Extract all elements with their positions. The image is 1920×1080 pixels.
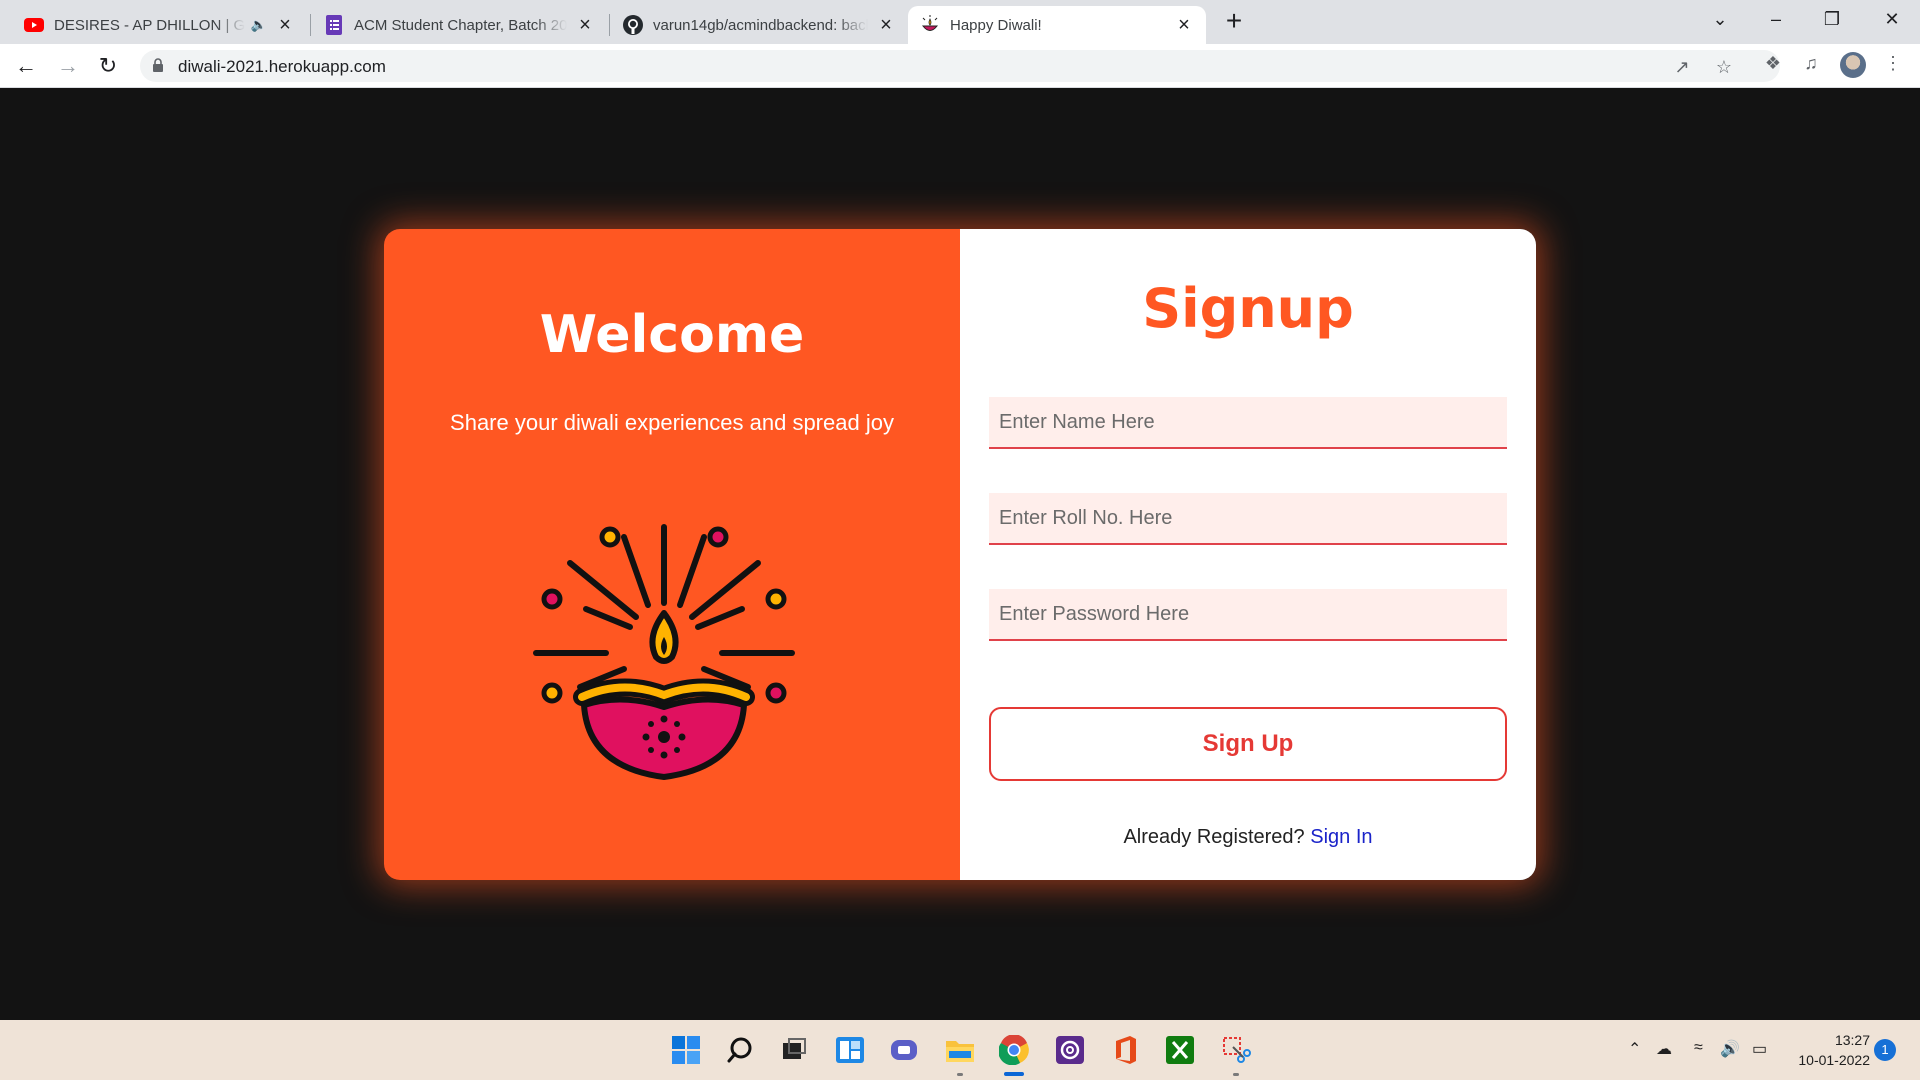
media-control-icon[interactable]: ♫ [1800, 52, 1822, 74]
teams-chat-icon[interactable] [888, 1034, 920, 1066]
address-bar[interactable]: diwali-2021.herokuapp.com ↗ ☆ [140, 50, 1780, 82]
tab-title: varun14gb/acmindbackend: backend [653, 16, 868, 34]
welcome-subtitle: Share your diwali experiences and spread… [450, 410, 894, 435]
signup-card: Welcome Share your diwali experiences an… [384, 229, 1536, 880]
search-icon[interactable] [724, 1034, 756, 1066]
notification-badge[interactable]: 1 [1874, 1039, 1896, 1061]
tab-github[interactable]: varun14gb/acmindbackend: backend × [611, 6, 908, 44]
disc-icon[interactable] [1054, 1034, 1086, 1066]
menu-icon[interactable]: ⋮ [1882, 52, 1904, 74]
new-tab-button[interactable]: + [1220, 7, 1248, 36]
close-tab-icon[interactable]: × [876, 15, 896, 35]
extensions-icon[interactable]: ❖ [1762, 52, 1784, 74]
forward-icon[interactable]: → [54, 52, 82, 80]
office-icon[interactable] [1110, 1034, 1142, 1066]
sign-up-button[interactable]: Sign Up [989, 707, 1507, 781]
welcome-panel: Welcome Share your diwali experiences an… [384, 229, 960, 880]
signup-heading: Signup [1142, 277, 1354, 340]
google-forms-icon [324, 15, 344, 35]
tab-title: DESIRES - AP DHILLON | GUI [54, 16, 245, 34]
widgets-icon[interactable] [834, 1034, 866, 1066]
running-indicator [957, 1073, 963, 1076]
close-tab-icon[interactable]: × [1174, 15, 1194, 35]
diya-illustration-icon [533, 524, 795, 780]
github-icon [623, 15, 643, 35]
welcome-heading: Welcome [539, 305, 805, 365]
tab-title: ACM Student Chapter, Batch 2022 [354, 16, 567, 34]
onedrive-icon[interactable]: ☁ [1656, 1039, 1672, 1059]
task-view-icon[interactable] [778, 1034, 810, 1066]
password-input[interactable] [989, 589, 1507, 641]
close-tab-icon[interactable]: × [575, 15, 595, 35]
already-registered-text: Already Registered? [1123, 826, 1305, 848]
close-window-icon[interactable]: ✕ [1864, 0, 1920, 40]
clock-time: 13:27 [1834, 1032, 1870, 1048]
profile-avatar[interactable] [1840, 52, 1866, 78]
youtube-icon [24, 15, 44, 35]
speaker-icon[interactable]: 🔈 [251, 17, 267, 33]
share-icon[interactable]: ↗ [1672, 57, 1692, 77]
reload-icon[interactable]: ↻ [94, 52, 122, 80]
restore-icon[interactable]: ❐ [1804, 0, 1860, 40]
wifi-icon[interactable]: ≈ [1694, 1039, 1703, 1057]
active-app-indicator [1004, 1072, 1024, 1076]
already-registered-line: Already Registered? Sign In [960, 826, 1536, 849]
page-viewport: Welcome Share your diwali experiences an… [0, 89, 1920, 1020]
browser-tab-strip: DESIRES - AP DHILLON | GUI 🔈 × ACM Stude… [0, 0, 1920, 44]
battery-icon[interactable]: ▭ [1752, 1039, 1767, 1059]
chrome-icon[interactable] [998, 1034, 1030, 1066]
system-clock[interactable]: 13:27 10-01-2022 [1780, 1030, 1870, 1070]
tab-happy-diwali[interactable]: Happy Diwali! × [908, 6, 1206, 44]
url-text[interactable]: diwali-2021.herokuapp.com [178, 57, 386, 77]
tab-search-icon[interactable]: ⌄ [1692, 0, 1748, 40]
tab-acm-form[interactable]: ACM Student Chapter, Batch 2022 × [312, 6, 607, 44]
taskbar: ⌃ ☁ ≈ 🔊 ▭ 13:27 10-01-2022 1 [0, 1020, 1920, 1080]
tab-separator [310, 14, 311, 36]
name-input[interactable] [989, 397, 1507, 449]
minimize-icon[interactable]: – [1748, 0, 1804, 40]
browser-toolbar: ← → ↻ diwali-2021.herokuapp.com ↗ ☆ ❖ ♫ … [0, 44, 1920, 88]
snipping-tool-icon[interactable] [1220, 1034, 1252, 1066]
signup-panel: Signup Sign Up Already Registered? Sign … [960, 229, 1536, 880]
tab-separator [609, 14, 610, 36]
clock-date: 10-01-2022 [1798, 1052, 1870, 1068]
start-icon[interactable] [670, 1034, 702, 1066]
sign-in-link[interactable]: Sign In [1310, 826, 1372, 848]
back-icon[interactable]: ← [12, 52, 40, 80]
running-indicator [1233, 1073, 1239, 1076]
xbox-icon[interactable] [1164, 1034, 1196, 1066]
roll-number-input[interactable] [989, 493, 1507, 545]
bookmark-star-icon[interactable]: ☆ [1714, 57, 1734, 77]
volume-icon[interactable]: 🔊 [1720, 1039, 1740, 1059]
diya-icon [920, 15, 940, 35]
lock-icon[interactable] [152, 58, 164, 72]
close-tab-icon[interactable]: × [275, 15, 295, 35]
show-hidden-icons-icon[interactable]: ⌃ [1628, 1039, 1641, 1059]
tab-youtube[interactable]: DESIRES - AP DHILLON | GUI 🔈 × [12, 6, 307, 44]
tab-title: Happy Diwali! [950, 16, 1042, 34]
file-explorer-icon[interactable] [944, 1034, 976, 1066]
